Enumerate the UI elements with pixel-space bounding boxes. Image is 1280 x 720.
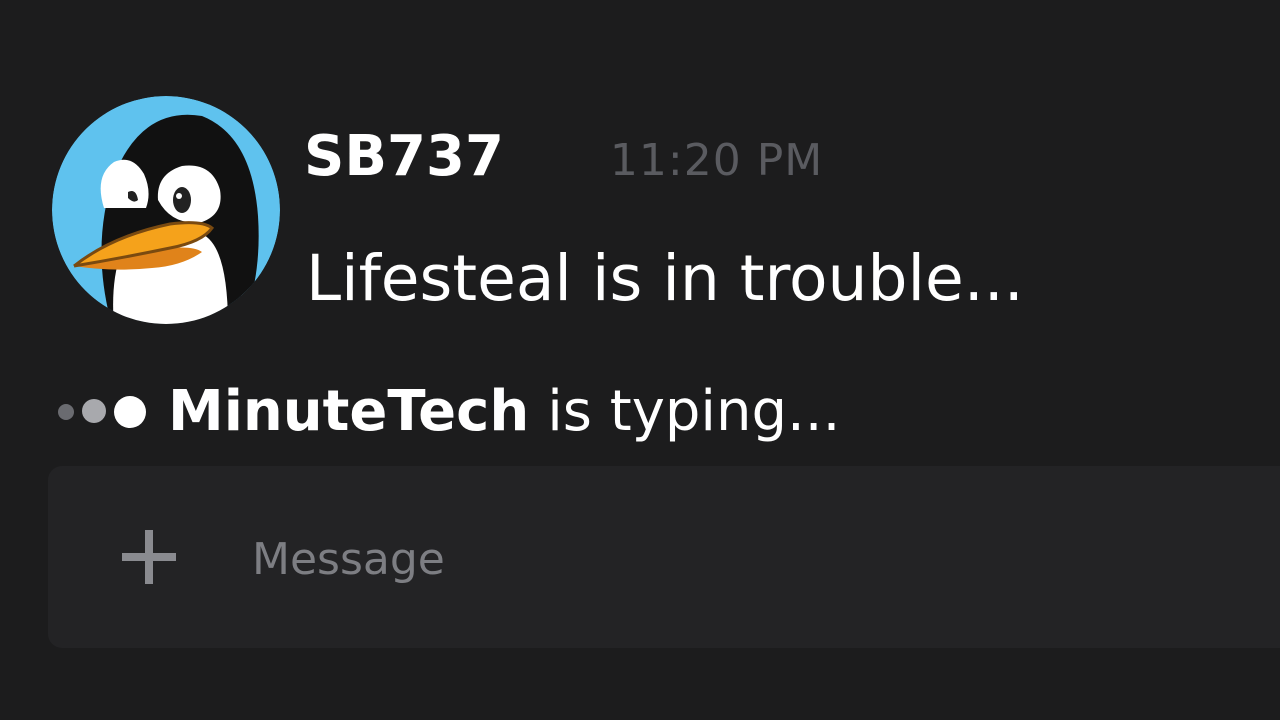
chat-window: SB737 11:20 PM Lifesteal is in trouble..…	[0, 0, 1280, 720]
typing-dots-icon	[56, 391, 152, 431]
typing-dot-large	[114, 396, 146, 428]
add-attachment-button[interactable]	[114, 522, 184, 592]
message-timestamp: 11:20 PM	[609, 135, 824, 186]
typing-indicator: MinuteTech is typing...	[56, 376, 840, 446]
message-header: SB737 11:20 PM	[304, 124, 823, 194]
message-content: Lifesteal is in trouble...	[306, 242, 1024, 315]
user-avatar[interactable]	[52, 96, 280, 324]
penguin-avatar-icon	[52, 96, 280, 324]
message-input[interactable]	[248, 524, 1236, 594]
typing-dot-small	[58, 404, 74, 420]
typing-dot-medium	[82, 399, 106, 423]
typing-username: MinuteTech	[168, 378, 530, 444]
typing-status-text: is typing...	[547, 378, 841, 444]
plus-icon	[122, 530, 176, 584]
chat-message: SB737 11:20 PM Lifesteal is in trouble..…	[52, 96, 1232, 326]
message-composer	[48, 466, 1280, 648]
message-author[interactable]: SB737	[304, 124, 504, 189]
